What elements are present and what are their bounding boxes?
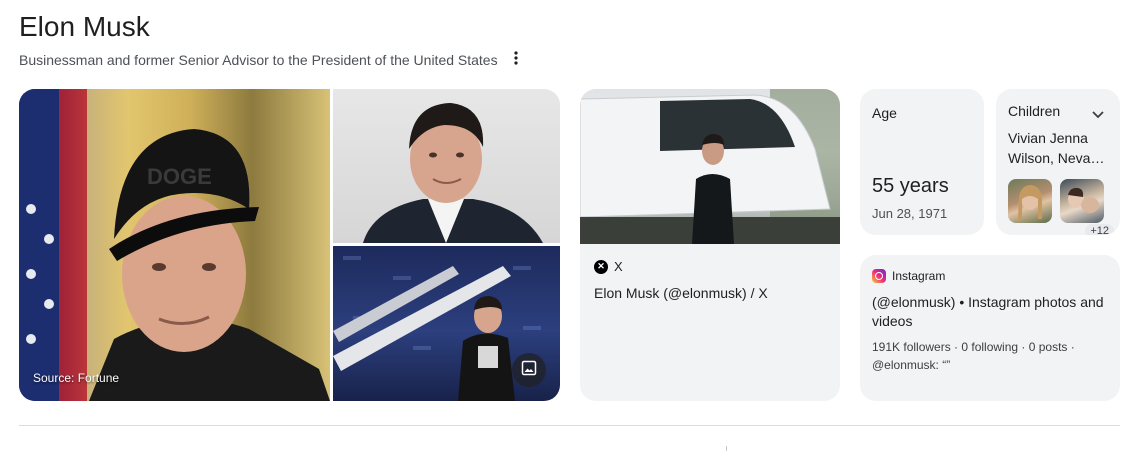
child-thumbnail[interactable] [1060, 179, 1104, 223]
chevron-down-icon[interactable] [1092, 106, 1104, 124]
portrait-image[interactable] [333, 89, 560, 243]
more-vert-icon [514, 50, 518, 70]
svg-text:DOGE: DOGE [147, 164, 212, 189]
instagram-source-name: Instagram [892, 269, 946, 283]
age-card[interactable]: Age 55 years Jun 28, 1971 [860, 89, 984, 235]
main-image[interactable]: DOGE Source: Fortune [19, 89, 330, 401]
instagram-meta: 191K followers · 0 following · 0 posts ·… [872, 338, 1112, 374]
instagram-profile-link[interactable]: (@elonmusk) • Instagram photos and video… [872, 293, 1112, 331]
children-label: Children [1008, 103, 1061, 119]
view-images-button[interactable] [512, 353, 546, 387]
x-source-row: ✕ X [594, 259, 623, 274]
entity-subtitle: Businessman and former Senior Advisor to… [19, 52, 498, 68]
child-thumbnail[interactable] [1008, 179, 1052, 223]
instagram-stats: 191K followers · 0 following · 0 posts · [872, 340, 1075, 354]
x-logo-icon: ✕ [594, 259, 608, 274]
children-card[interactable]: Children Vivian Jenna Wilson, Neva… +12 [996, 89, 1120, 235]
children-names: Vivian Jenna Wilson, Neva… [1008, 130, 1105, 166]
age-value: 55 years [872, 175, 949, 197]
age-label: Age [872, 105, 897, 121]
more-children-badge[interactable]: +12 [1085, 224, 1114, 235]
x-source-name: X [614, 259, 623, 274]
section-divider [19, 425, 1120, 426]
image-gallery: DOGE Source: Fortune [19, 89, 560, 401]
instagram-bio: @elonmusk: “” [872, 358, 951, 372]
entity-title: Elon Musk [19, 11, 150, 42]
more-options-button[interactable] [506, 50, 526, 70]
instagram-source-row: Instagram [872, 269, 945, 283]
image-source-label: Source: Fortune [33, 371, 120, 385]
x-card-image [580, 89, 840, 244]
x-profile-card[interactable]: ✕ X Elon Musk (@elonmusk) / X [580, 89, 840, 401]
birth-date: Jun 28, 1971 [872, 206, 948, 221]
x-profile-link[interactable]: Elon Musk (@elonmusk) / X [594, 285, 768, 301]
instagram-card[interactable]: Instagram (@elonmusk) • Instagram photos… [860, 255, 1120, 401]
instagram-logo-icon [872, 269, 886, 283]
divider-tick [726, 446, 727, 451]
image-icon [521, 360, 537, 381]
rocket-event-image[interactable] [333, 246, 560, 401]
